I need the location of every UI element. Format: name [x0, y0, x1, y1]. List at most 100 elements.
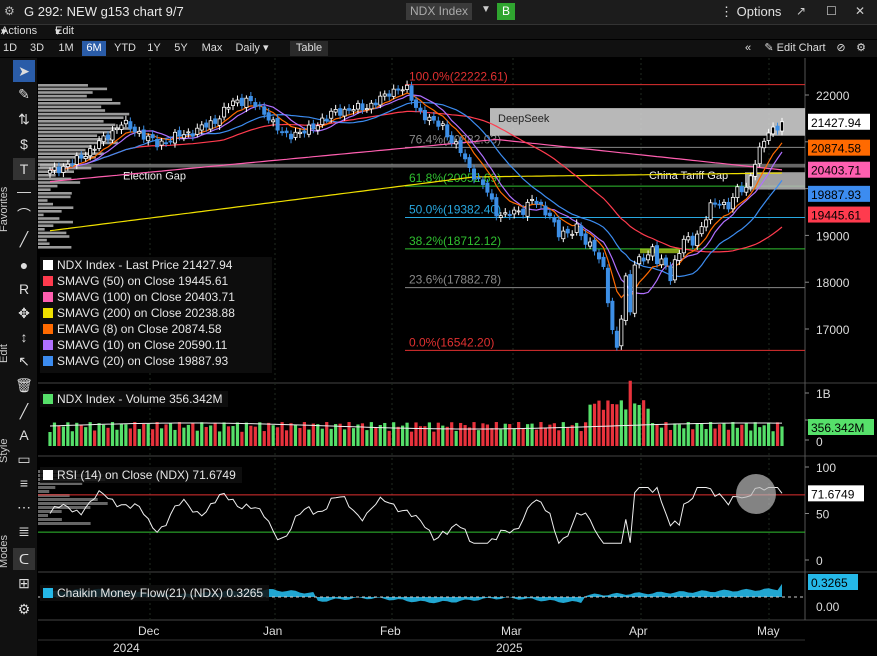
candle-body — [762, 140, 767, 149]
trash-icon[interactable]: 🗑 — [13, 374, 35, 396]
rsi-profile-bar — [38, 498, 98, 501]
volume-bar — [722, 423, 726, 446]
close-icon[interactable]: ✕ — [855, 4, 865, 18]
range-1y[interactable]: 1Y — [143, 41, 165, 56]
trendline-icon[interactable]: ╱ — [13, 228, 35, 250]
maximize-icon[interactable]: ☐ — [826, 4, 837, 18]
volume-bar — [347, 422, 351, 446]
weight-icon[interactable]: ≣ — [13, 520, 35, 542]
magnet-icon[interactable]: ᑕ — [13, 548, 35, 570]
china-gap-box — [745, 172, 805, 190]
edit-chart-button[interactable]: ✎ Edit Chart — [760, 41, 830, 56]
range-6m[interactable]: 6M — [82, 41, 106, 56]
options-menu[interactable]: ⋮ Options — [720, 4, 781, 20]
volume-bar — [472, 422, 476, 446]
cursor-icon[interactable]: ➤ — [13, 60, 35, 82]
line-style-icon[interactable]: ≡ — [13, 472, 35, 494]
candle-body — [159, 140, 164, 146]
volume-profile-bar — [38, 102, 121, 105]
menu-actions[interactable]: Actions ▾ — [1, 25, 37, 38]
price-tick-label: 19000 — [816, 229, 850, 243]
candle-body — [114, 127, 119, 131]
range-max[interactable]: Max — [199, 41, 225, 56]
x-tick-label-may: May — [757, 624, 780, 638]
brush-icon[interactable]: ╱ — [13, 400, 35, 422]
volume-profile-bar — [38, 238, 47, 242]
volume-bar — [655, 424, 659, 446]
collapse-icon[interactable]: « — [740, 41, 756, 56]
candle-body — [141, 129, 146, 140]
x-tick-label-jan: Jan — [263, 624, 282, 638]
candle-body — [449, 135, 454, 144]
volume-bar — [186, 424, 190, 446]
volume-bar — [93, 430, 97, 446]
table-button[interactable]: Table — [290, 41, 328, 56]
volume-bar — [494, 422, 498, 446]
candle-body — [561, 230, 566, 240]
candle-body — [155, 138, 160, 148]
r-icon[interactable]: R — [13, 278, 35, 300]
menu-edit[interactable]: Edit ▾ — [55, 25, 74, 38]
security-input[interactable]: NDX Index — [406, 3, 472, 20]
volume-bar — [691, 429, 695, 446]
volume-profile-bar — [38, 228, 45, 231]
volume-profile-bar — [38, 181, 81, 184]
volume-bar — [280, 422, 284, 446]
popout-icon[interactable]: ↗ — [796, 4, 806, 18]
settings-icon[interactable]: ⚙ — [853, 41, 869, 56]
volume-bar — [106, 427, 110, 446]
volume-profile-bar — [38, 166, 92, 170]
volume-bar — [151, 429, 155, 446]
candle-body — [128, 121, 133, 129]
volume-profile-bar — [38, 210, 62, 213]
move-icon[interactable]: ✥ — [13, 302, 35, 324]
range-5y[interactable]: 5Y — [170, 41, 192, 56]
candle-body — [646, 254, 651, 261]
volume-bar — [84, 427, 88, 446]
volume-bar — [284, 430, 289, 446]
horizontal-line-icon[interactable]: — — [13, 180, 35, 202]
pencil-icon[interactable]: ✎ — [13, 83, 35, 105]
zoom-icon[interactable]: ↕ — [13, 326, 35, 348]
curve-icon[interactable]: ⌒ — [13, 204, 35, 226]
volume-bar — [454, 430, 458, 446]
volume-bar — [75, 422, 79, 446]
gear-icon[interactable]: ⚙ — [13, 598, 35, 620]
candle-body — [333, 109, 338, 113]
candle-body — [494, 197, 499, 217]
badge-button[interactable]: B — [497, 3, 515, 20]
candle-body — [387, 93, 392, 97]
no-icon[interactable]: ⊘ — [833, 41, 849, 56]
volume-bar — [276, 427, 280, 446]
dash-style-icon[interactable]: ⋯ — [13, 496, 35, 518]
candle-body — [672, 259, 677, 281]
font-icon[interactable]: A — [13, 424, 35, 446]
interval-select[interactable]: Daily ▾ — [232, 41, 272, 56]
volume-bar — [775, 422, 780, 446]
volume-bar — [418, 426, 423, 446]
dollar-line-icon[interactable]: $ — [13, 133, 35, 155]
range-1m[interactable]: 1M — [55, 41, 77, 56]
candle-body — [735, 186, 740, 199]
percent-line-icon[interactable]: ⇅ — [13, 108, 35, 130]
range-ytd[interactable]: YTD — [111, 41, 139, 56]
volume-bar — [624, 409, 628, 446]
fill-icon[interactable]: ▭ — [13, 448, 35, 470]
x-tick-label-feb: Feb — [380, 624, 401, 638]
pointer-plus-icon[interactable]: ↖ — [13, 350, 35, 372]
circle-icon[interactable]: ● — [13, 254, 35, 276]
volume-bar — [659, 427, 664, 446]
range-1d[interactable]: 1D — [1, 41, 19, 56]
snap-icon[interactable]: ⊞ — [13, 572, 35, 594]
volume-profile-bar — [38, 87, 108, 91]
fib-label: 0.0%(16542.20) — [409, 335, 494, 349]
candle-body — [748, 175, 753, 188]
volume-bar — [164, 424, 168, 446]
text-icon[interactable]: T — [13, 158, 35, 180]
chevron-down-icon[interactable]: ▼ — [481, 4, 491, 15]
gear-icon[interactable]: ⚙ — [4, 4, 15, 18]
candle-body — [168, 140, 173, 143]
range-3d[interactable]: 3D — [27, 41, 47, 56]
candle-body — [659, 258, 664, 266]
candle-body — [351, 109, 356, 112]
